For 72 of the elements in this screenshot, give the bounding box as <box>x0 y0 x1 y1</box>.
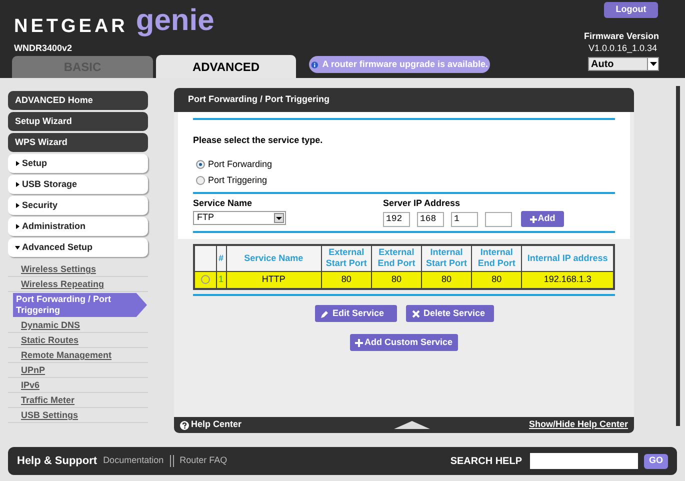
brand-logo: NETGEAR <box>14 17 128 36</box>
help-support-title: Help & Support <box>17 454 98 469</box>
ip-octet-field[interactable]: 1 <box>451 212 478 226</box>
radio-button[interactable] <box>196 176 205 186</box>
caret-right-icon <box>15 224 20 229</box>
row-radio[interactable] <box>200 275 210 284</box>
firmware-label: Firmware Version <box>584 30 659 43</box>
sidebar-link[interactable]: Port Forwarding / Port Triggering <box>13 293 147 317</box>
radio-label: Port Forwarding <box>208 158 272 171</box>
sidebar-button[interactable]: ADVANCED Home <box>8 91 148 110</box>
footer-link[interactable]: Documentation <box>103 454 164 468</box>
sidebar-link[interactable]: Wireless Settings <box>13 263 148 275</box>
ip-octet-field[interactable] <box>485 212 512 226</box>
close-icon <box>412 310 420 318</box>
language-dropdown[interactable]: Auto <box>588 57 659 71</box>
sidebar-menu-item[interactable]: USB Storage <box>8 175 148 194</box>
show-hide-help-link[interactable]: Show/Hide Help Center <box>528 418 628 432</box>
add-button[interactable]: Add <box>521 211 564 227</box>
logout-button[interactable]: Logout <box>604 2 658 18</box>
sidebar-link[interactable]: UPnP <box>13 364 148 376</box>
service-type-prompt: Please select the service type. <box>193 134 324 147</box>
sidebar-menu-item[interactable]: Administration <box>8 217 148 236</box>
tab[interactable]: ADVANCED <box>156 55 296 78</box>
caret-right-icon <box>15 203 20 208</box>
expand-handle-icon[interactable] <box>394 421 430 429</box>
caret-icon <box>276 216 282 220</box>
field-label: Server IP Address <box>383 196 462 210</box>
footer-link[interactable]: Router FAQ <box>180 454 228 468</box>
caret-down-icon <box>15 245 20 250</box>
help-center-label: Help Center <box>191 418 242 432</box>
caret-right-icon <box>15 182 20 187</box>
model-name: WNDR3400v2 <box>14 42 74 55</box>
sidebar-link[interactable]: USB Settings <box>13 409 148 421</box>
caret-right-icon <box>15 161 20 166</box>
column-header: Service Name <box>226 245 322 271</box>
column-header: External Start Port <box>321 245 372 271</box>
sidebar-menu-item[interactable]: Security <box>8 196 148 215</box>
add-custom-service-button[interactable]: Add Custom Service <box>350 334 458 351</box>
search-help-label: SEARCH HELP <box>450 454 522 468</box>
ip-octet-field[interactable]: 192 <box>383 212 410 226</box>
sidebar-link[interactable]: IPv6 <box>13 379 148 391</box>
table-cell: 1 <box>216 271 226 289</box>
sidebar-menu-item[interactable]: Advanced Setup <box>8 238 148 257</box>
delete-service-button[interactable]: Delete Service <box>406 305 494 322</box>
help-icon <box>180 420 189 430</box>
product-logo: genie <box>136 6 214 36</box>
pencil-icon <box>320 310 328 318</box>
column-header: Internal Start Port <box>422 245 472 271</box>
ip-octet-field[interactable]: 168 <box>417 212 444 226</box>
search-field[interactable] <box>530 453 638 469</box>
radio-label: Port Triggering <box>208 174 268 187</box>
sidebar-link[interactable]: Remote Management <box>13 349 148 361</box>
sidebar-button[interactable]: Setup Wizard <box>8 112 148 131</box>
plus-icon <box>355 338 364 346</box>
column-header: Internal End Port <box>472 245 522 271</box>
sidebar-link[interactable]: Dynamic DNS <box>13 319 148 331</box>
sidebar-button[interactable]: WPS Wizard <box>8 133 148 152</box>
field-label: Service Name <box>193 196 254 210</box>
firmware-version: V1.0.0.16_1.0.34 <box>588 42 657 55</box>
sidebar-link[interactable]: Static Routes <box>13 334 148 346</box>
sidebar-menu-item[interactable]: Setup <box>8 154 148 173</box>
radio-button[interactable] <box>196 160 205 169</box>
sidebar-link[interactable]: Traffic Meter <box>13 394 148 406</box>
caret-icon <box>650 62 656 66</box>
service-name-dropdown[interactable]: FTP <box>193 211 286 225</box>
sidebar-link[interactable]: Wireless Repeating <box>13 278 148 290</box>
column-header: External End Port <box>371 245 422 271</box>
column-header: # <box>216 245 226 271</box>
notice-text: A router firmware upgrade is available. <box>322 58 488 71</box>
panel-header: Port Forwarding / Port Triggering <box>174 88 634 112</box>
edit-service-button[interactable]: Edit Service <box>314 305 396 322</box>
plus-icon <box>530 216 537 222</box>
